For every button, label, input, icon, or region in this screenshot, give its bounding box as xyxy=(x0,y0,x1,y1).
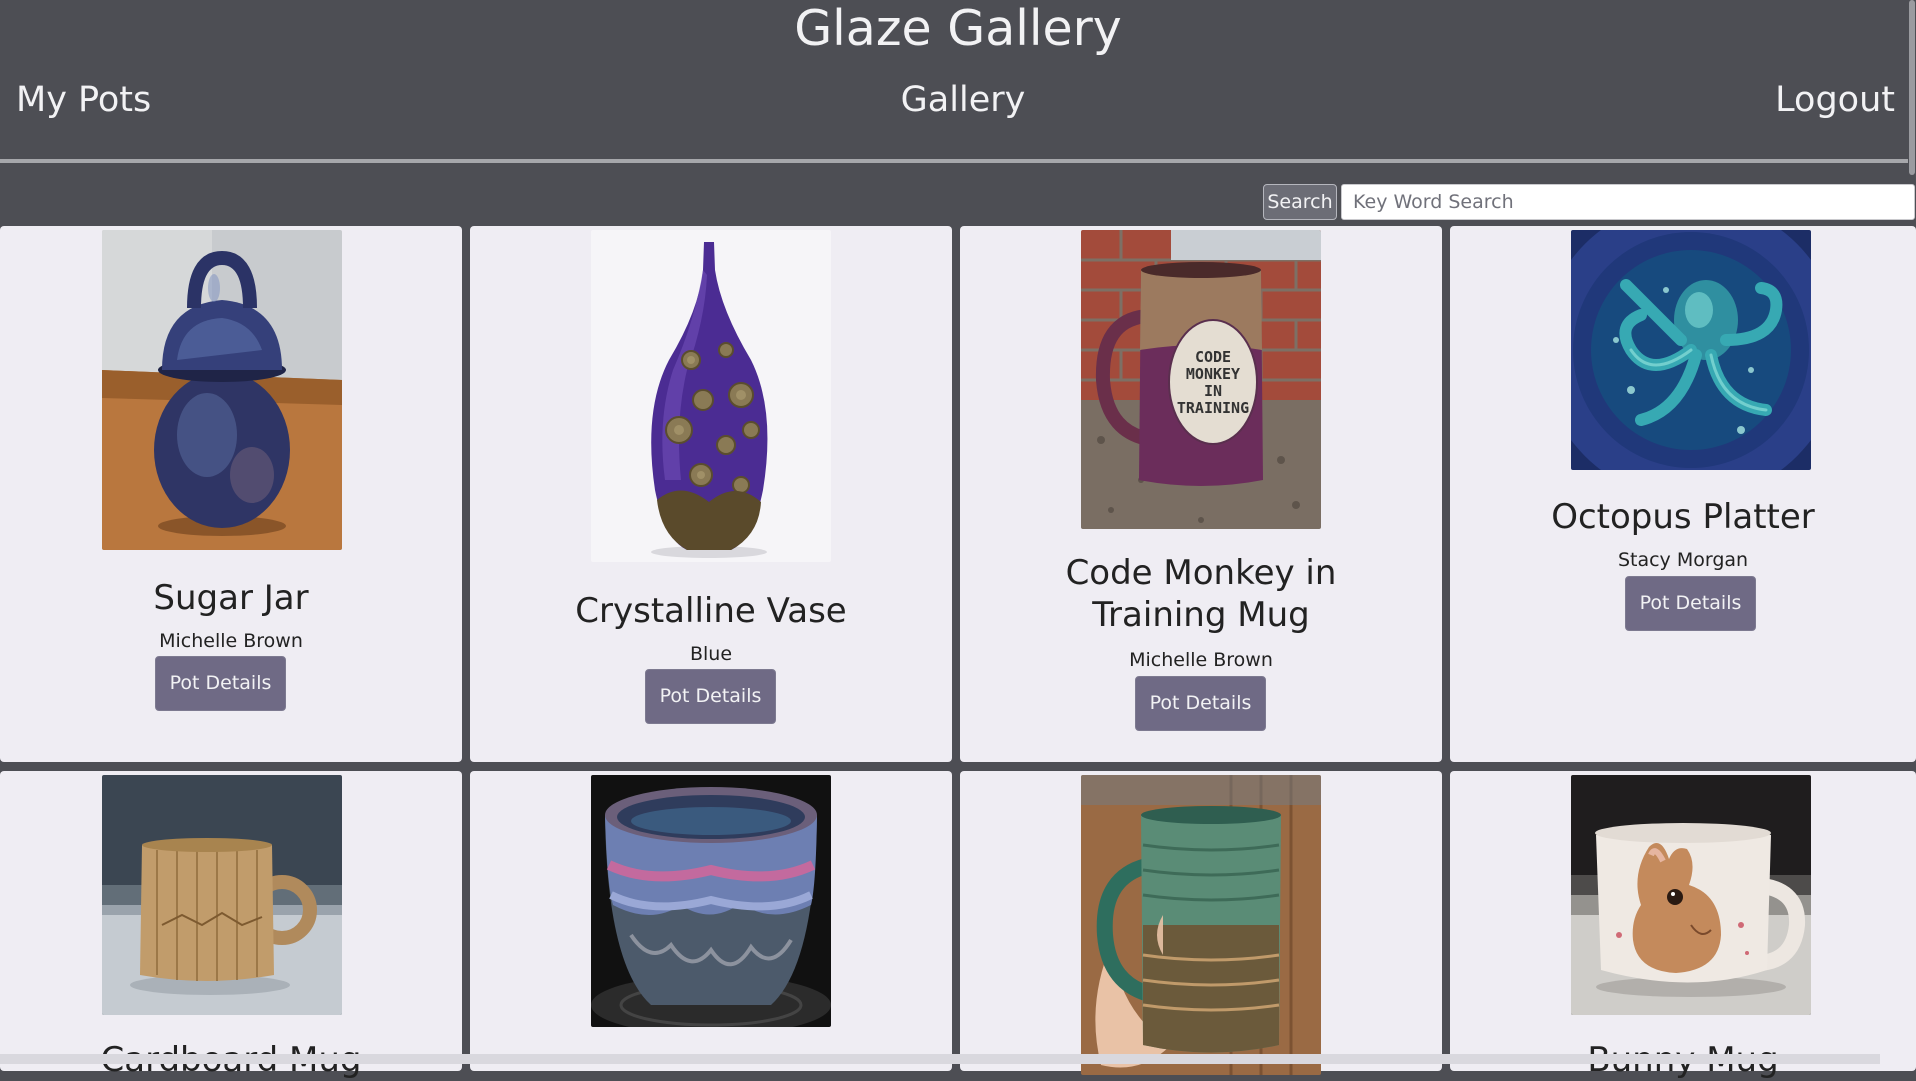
pot-artist: Michelle Brown xyxy=(159,630,303,652)
pot-card: Octopus Platter Stacy Morgan Pot Details xyxy=(1450,226,1916,762)
pot-image-drip-glaze-bowl[interactable] xyxy=(591,775,831,1027)
horizontal-scrollbar[interactable] xyxy=(0,1054,1880,1064)
top-bar: Glaze Gallery My Pots Gallery Logout xyxy=(0,0,1916,163)
pot-name: Code Monkey in Training Mug xyxy=(1065,553,1337,635)
pot-details-button[interactable]: Pot Details xyxy=(645,669,776,724)
pot-image-cardboard-mug[interactable] xyxy=(102,775,342,1015)
pot-artist: Stacy Morgan xyxy=(1617,549,1749,571)
pot-details-button[interactable]: Pot Details xyxy=(155,656,286,711)
pot-image-green-mug[interactable] xyxy=(1081,775,1321,1075)
pot-card: Bunny Mug xyxy=(1450,771,1916,1080)
pot-name: Sugar Jar xyxy=(153,578,309,618)
pot-details-button[interactable]: Pot Details xyxy=(1625,576,1756,631)
mug-imprint-text: TRAINING xyxy=(1177,399,1249,417)
pot-name: Crystalline Vase xyxy=(575,591,847,631)
pot-card: Cardboard Mug xyxy=(0,771,462,1080)
pot-details-button[interactable]: Pot Details xyxy=(1135,676,1266,731)
pot-image-crystalline-vase[interactable] xyxy=(591,230,831,562)
pot-image-sugar-jar[interactable] xyxy=(102,230,342,550)
pot-card xyxy=(470,771,952,1071)
pot-card: Crystalline Vase Blue Pot Details xyxy=(470,226,952,762)
pot-card xyxy=(960,771,1442,1075)
nav-logout[interactable]: Logout xyxy=(1775,79,1895,121)
mug-imprint-text: CODE xyxy=(1195,348,1231,366)
header-divider xyxy=(0,159,1908,163)
pot-image-octopus-platter[interactable] xyxy=(1571,230,1811,470)
pot-image-code-monkey-mug[interactable]: CODE MONKEY IN TRAINING xyxy=(1081,230,1321,529)
pot-name: Octopus Platter xyxy=(1551,497,1815,537)
pot-card: Sugar Jar Michelle Brown Pot Details xyxy=(0,226,462,762)
mug-imprint-text: MONKEY xyxy=(1186,365,1240,383)
pot-image-bunny-mug[interactable] xyxy=(1571,775,1811,1015)
site-title: Glaze Gallery xyxy=(794,0,1122,57)
mug-imprint-text: IN xyxy=(1204,382,1222,400)
search-input[interactable] xyxy=(1341,184,1915,220)
pot-artist: Michelle Brown xyxy=(1129,649,1273,671)
search-button[interactable]: Search xyxy=(1263,184,1337,220)
pot-card: CODE MONKEY IN TRAINING Code Monkey in T… xyxy=(960,226,1442,762)
pot-glaze: Blue xyxy=(689,643,733,665)
scrollbar-thumb[interactable] xyxy=(1909,0,1915,175)
nav-gallery[interactable]: Gallery xyxy=(0,79,1916,121)
